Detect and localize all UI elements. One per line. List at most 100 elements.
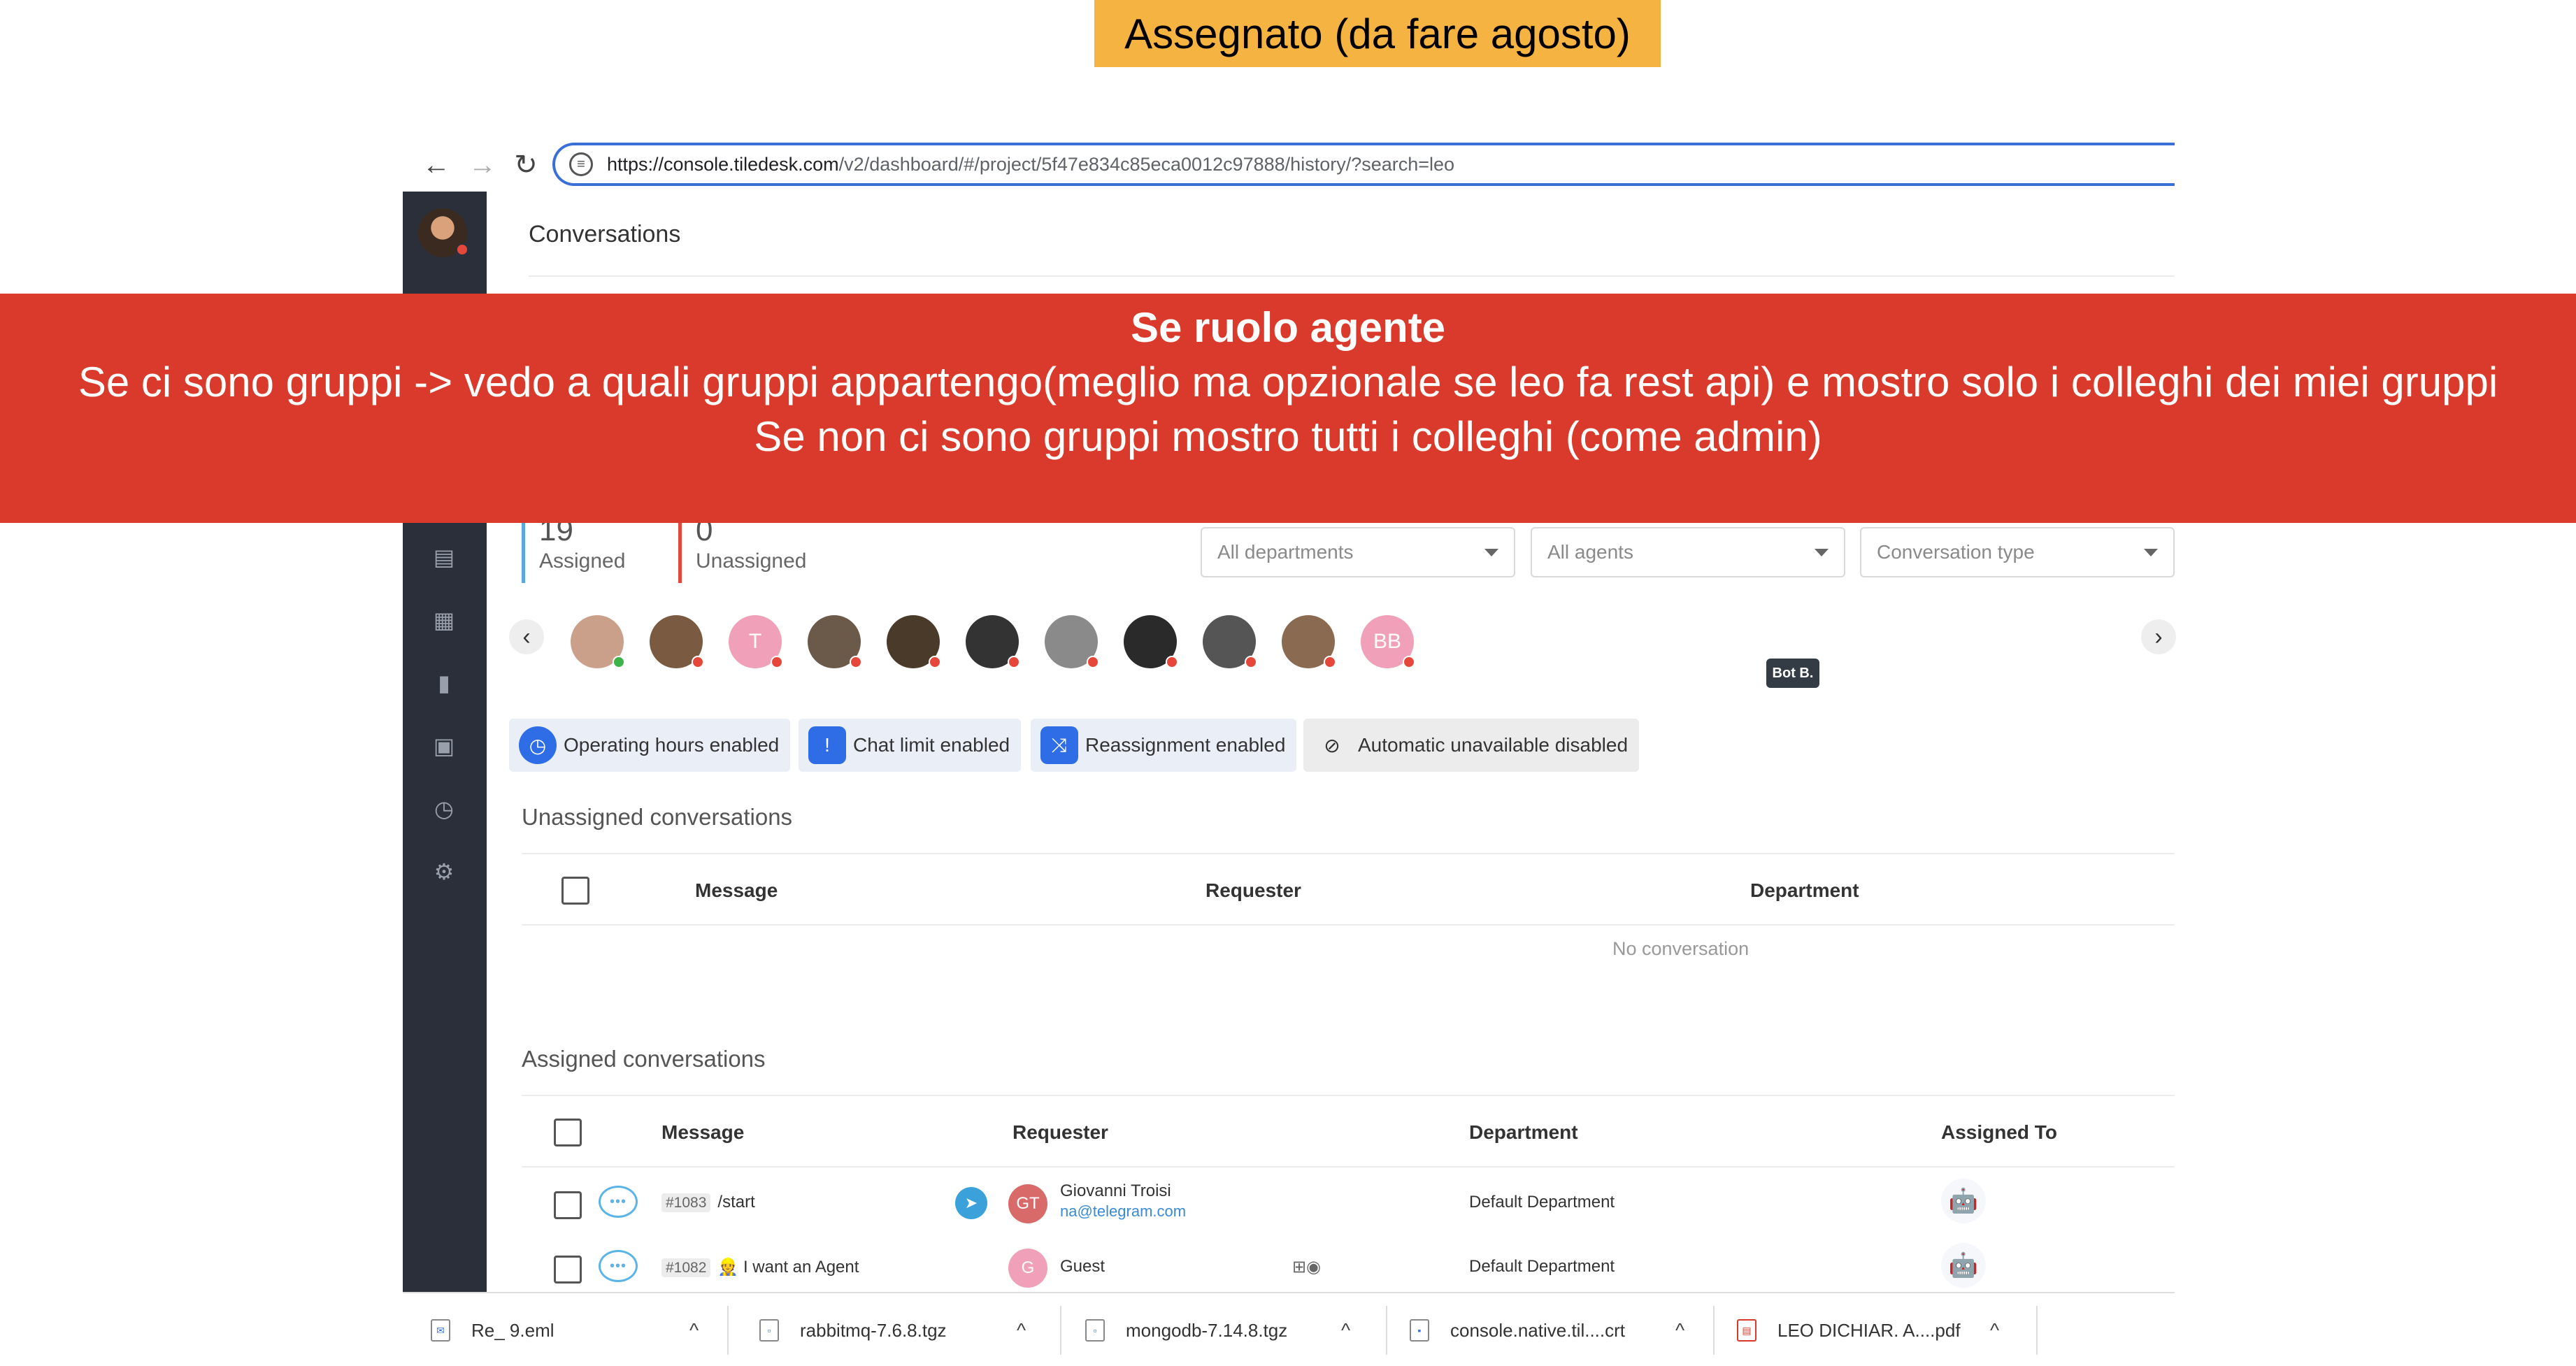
overlay-line-2: Se non ci sono gruppi mostro tutti i col…: [754, 413, 1822, 460]
overlay-heading: Se ruolo agente: [1130, 304, 1446, 351]
person-off-icon: ⊘: [1313, 726, 1351, 764]
download-item[interactable]: ▫ mongodb-7.14.8.tgz ^: [1085, 1293, 1379, 1366]
agent-avatar[interactable]: BB: [1361, 615, 1415, 668]
operating-hours-pill[interactable]: ◷ Operating hours enabled: [509, 719, 791, 772]
agents-scroll-left[interactable]: ‹: [509, 619, 544, 654]
file-icon: ▫: [1085, 1319, 1105, 1342]
url-host: https://console.tiledesk.com: [607, 153, 839, 175]
download-item[interactable]: ✉ Re_ 9.eml ^: [431, 1293, 724, 1366]
download-name: LEO DICHIAR. A....pdf: [1777, 1319, 1961, 1341]
chat-limit-pill[interactable]: ! Chat limit enabled: [799, 719, 1022, 772]
download-item[interactable]: ▤ LEO DICHIAR. A....pdf ^: [1737, 1293, 2038, 1366]
pdf-icon: ▤: [1737, 1319, 1756, 1342]
status-dot: [850, 656, 862, 668]
agent-avatar[interactable]: [808, 615, 862, 668]
divider: [2036, 1306, 2038, 1355]
contacts-icon[interactable]: ▤: [431, 544, 457, 570]
clipboard-icon[interactable]: ▣: [431, 733, 457, 759]
status-dot: [1087, 656, 1099, 668]
apps-icon[interactable]: ▦: [431, 607, 457, 633]
status-dot: [1245, 656, 1257, 668]
reassign-icon: ⤨: [1040, 726, 1078, 764]
requester-avatar: G: [1008, 1249, 1047, 1288]
agent-avatar[interactable]: T: [729, 615, 783, 668]
pill-label: Operating hours enabled: [564, 734, 780, 756]
divider: [522, 853, 2175, 854]
requester-avatar: GT: [1008, 1184, 1047, 1223]
agents-filter[interactable]: All agents: [1531, 527, 1845, 577]
unassigned-stat[interactable]: 0 Unassigned: [678, 513, 806, 583]
automatic-unavailable-pill[interactable]: ⊘ Automatic unavailable disabled: [1303, 719, 1640, 772]
divider: [522, 1095, 2175, 1096]
chevron-up-icon[interactable]: ^: [1341, 1319, 1350, 1342]
status-dot: [613, 656, 625, 668]
select-all-unassigned-checkbox[interactable]: [561, 877, 589, 905]
chevron-up-icon[interactable]: ^: [689, 1319, 699, 1342]
settings-icon[interactable]: ⚙: [431, 858, 457, 885]
message-cell: #1082 👷 I want an Agent: [661, 1257, 859, 1277]
reload-icon[interactable]: ↻: [509, 148, 543, 182]
agent-avatar[interactable]: [571, 615, 625, 668]
agent-avatar[interactable]: [966, 615, 1020, 668]
address-bar[interactable]: ≡ https://console.tiledesk.com/v2/dashbo…: [552, 143, 2175, 186]
row-checkbox[interactable]: [554, 1256, 582, 1284]
divider: [727, 1306, 729, 1355]
status-dot: [929, 656, 941, 668]
assignment-note: Assegnato (da fare agosto): [1094, 0, 1661, 67]
site-info-icon[interactable]: ≡: [569, 152, 593, 176]
status-dot: [456, 243, 468, 256]
col-requester: Requester: [1205, 879, 1301, 901]
status-dot: [1008, 656, 1020, 668]
url-path: /v2/dashboard/#/project/5f47e834c85eca00…: [838, 153, 1455, 175]
empty-message: No conversation: [1612, 938, 1749, 959]
download-item[interactable]: ▫ rabbitmq-7.6.8.tgz ^: [759, 1293, 1053, 1366]
divider: [1386, 1306, 1387, 1355]
status-dot: [692, 656, 704, 668]
user-avatar[interactable]: [418, 208, 468, 257]
bot-tooltip: Bot B.: [1766, 659, 1819, 688]
status-dot: [1166, 656, 1178, 668]
forward-icon[interactable]: →: [466, 148, 499, 182]
history-icon[interactable]: ◷: [431, 796, 457, 822]
chevron-up-icon[interactable]: ^: [1675, 1319, 1684, 1342]
requester-email[interactable]: na@telegram.com: [1060, 1202, 1186, 1221]
col-requester: Requester: [1012, 1121, 1108, 1143]
chevron-up-icon[interactable]: ^: [1990, 1319, 1999, 1342]
status-dot: [1324, 656, 1336, 668]
pill-label: Chat limit enabled: [853, 734, 1010, 756]
pill-label: Reassignment enabled: [1085, 734, 1286, 756]
message-text: /start: [717, 1193, 755, 1212]
agent-avatar[interactable]: [1203, 615, 1257, 668]
assigned-stat[interactable]: 19 Assigned: [522, 513, 625, 583]
agent-avatar[interactable]: [1282, 615, 1336, 668]
chevron-down-icon: [1815, 548, 1829, 556]
conversation-type-filter[interactable]: Conversation type: [1860, 527, 2175, 577]
analytics-icon[interactable]: ▮: [431, 670, 457, 696]
requester-name: Guest: [1060, 1257, 1105, 1276]
agent-avatar[interactable]: [650, 615, 704, 668]
agent-avatar[interactable]: [887, 615, 941, 668]
agents-scroll-right[interactable]: ›: [2141, 619, 2176, 654]
download-name: rabbitmq-7.6.8.tgz: [800, 1319, 947, 1341]
download-item[interactable]: ▪ console.native.til....crt ^: [1410, 1293, 1717, 1366]
col-department: Department: [1750, 879, 1859, 901]
reassignment-pill[interactable]: ⤨ Reassignment enabled: [1031, 719, 1297, 772]
file-icon: ✉: [431, 1319, 450, 1342]
ticket-badge: #1083: [661, 1193, 711, 1212]
unassigned-label: Unassigned: [696, 549, 807, 573]
downloads-bar: ✉ Re_ 9.eml ^ ▫ rabbitmq-7.6.8.tgz ^ ▫ mong…: [403, 1292, 2175, 1366]
requester-name: Giovanni Troisi: [1060, 1181, 1171, 1200]
bot-agent-icon: 🤖: [1941, 1243, 1986, 1288]
telegram-icon: ➤: [955, 1187, 987, 1219]
row-checkbox[interactable]: [554, 1191, 582, 1219]
col-department: Department: [1469, 1121, 1578, 1143]
divider: [529, 275, 2175, 277]
overlay-line-1: Se ci sono gruppi -> vedo a quali gruppi…: [78, 359, 2498, 405]
agent-avatar[interactable]: [1045, 615, 1099, 668]
chevron-up-icon[interactable]: ^: [1017, 1319, 1026, 1342]
chevron-down-icon: [2144, 548, 2158, 556]
back-icon[interactable]: ←: [420, 148, 453, 182]
departments-filter[interactable]: All departments: [1201, 527, 1515, 577]
select-all-assigned-checkbox[interactable]: [554, 1119, 582, 1146]
agent-avatar[interactable]: [1124, 615, 1178, 668]
